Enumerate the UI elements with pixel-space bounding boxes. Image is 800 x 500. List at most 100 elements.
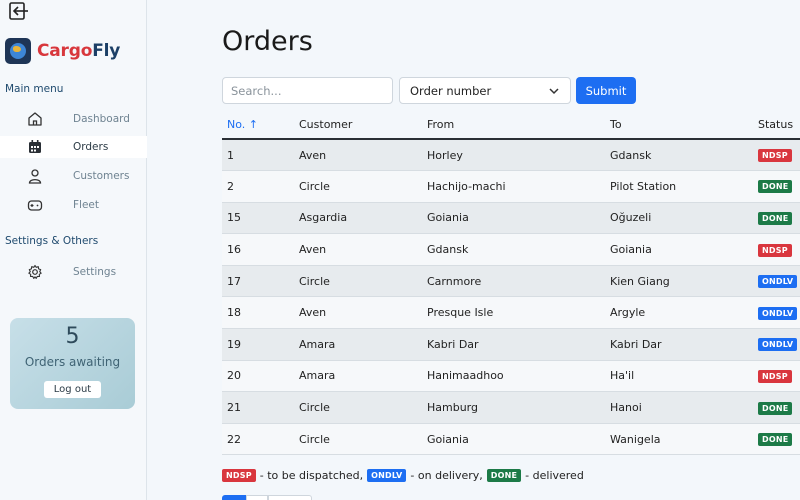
column-header-status[interactable]: Status [753, 110, 800, 140]
cell-to: Oğuzeli [605, 202, 753, 235]
column-header-from[interactable]: From [422, 110, 605, 140]
orders-awaiting-label: Orders awaiting [24, 355, 121, 369]
pagination-page-2[interactable] [246, 495, 268, 500]
cell-status: DONE [753, 170, 800, 203]
cell-to: Pilot Station [605, 170, 753, 203]
legend-ndsp-badge: NDSP [222, 469, 256, 482]
logout-button[interactable]: Log out [44, 381, 101, 398]
status-badge: DONE [758, 433, 793, 447]
cell-no: 2 [222, 170, 294, 203]
settings-section-heading: Settings & Others [5, 235, 99, 247]
sort-by-select[interactable]: Order number [399, 77, 571, 104]
brand[interactable]: CargoFly [5, 38, 120, 64]
brand-logo-icon [5, 38, 31, 64]
sidebar-item-orders[interactable]: Orders [0, 136, 147, 158]
cell-no: 22 [222, 423, 294, 456]
cell-to: Kien Giang [605, 265, 753, 298]
status-badge: ONDLV [758, 306, 798, 320]
cell-no: 18 [222, 296, 294, 330]
cell-from: Hachijo-machi [422, 170, 605, 203]
pagination-next[interactable] [268, 495, 312, 500]
table-row[interactable]: 2 Circle Hachijo-machi Pilot Station DONE [222, 170, 800, 203]
user-icon [28, 169, 42, 184]
brand-name-part2: Fly [92, 41, 121, 61]
status-legend: NDSP - to be dispatched, ONDLV - on deli… [222, 468, 588, 483]
legend-ondlv-text: - on delivery, [410, 469, 483, 482]
status-badge: NDSP [758, 369, 792, 383]
cell-customer: Circle [294, 265, 422, 298]
brand-name: CargoFly [37, 41, 120, 61]
table-row[interactable]: 15 Asgardia Goiania Oğuzeli DONE [222, 202, 800, 235]
status-badge: NDSP [758, 243, 792, 257]
sidebar-item-label: Customers [73, 170, 130, 182]
table-row[interactable]: 22 Circle Goiania Wanigela DONE [222, 423, 800, 456]
cell-to: Argyle [605, 296, 753, 330]
calendar-icon [29, 140, 41, 153]
column-header-customer[interactable]: Customer [294, 110, 422, 140]
cell-to: Gdansk [605, 139, 753, 172]
search-input[interactable] [222, 77, 393, 104]
cell-no: 15 [222, 202, 294, 235]
cell-from: Goiania [422, 202, 605, 235]
orders-table: No. ↑ Customer From To Status 1 Aven Horle… [222, 110, 800, 456]
column-header-to[interactable]: To [605, 110, 753, 140]
cell-status: NDSP [753, 139, 800, 172]
table-row[interactable]: 20 Amara Hanimaadhoo Ha'il NDSP [222, 360, 800, 393]
cell-no: 1 [222, 139, 294, 172]
cell-status: NDSP [753, 233, 800, 266]
cell-from: Gdansk [422, 233, 605, 266]
status-badge: DONE [758, 180, 793, 194]
cell-customer: Amara [294, 360, 422, 393]
submit-button[interactable]: Submit [576, 77, 636, 104]
cell-from: Goiania [422, 423, 605, 456]
table-row[interactable]: 16 Aven Gdansk Goiania NDSP [222, 233, 800, 266]
table-row[interactable]: 21 Circle Hamburg Hanoi DONE [222, 391, 800, 424]
table-row[interactable]: 19 Amara Kabri Dar Kabri Dar ONDLV [222, 328, 800, 361]
sidebar-item-settings[interactable]: Settings [0, 261, 147, 283]
sidebar-item-dashboard[interactable]: Dashboard [0, 108, 147, 130]
cell-status: DONE [753, 423, 800, 456]
sidebar-item-label: Fleet [73, 199, 99, 211]
cell-status: ONDLV [753, 328, 800, 361]
column-header-no[interactable]: No. ↑ [222, 110, 294, 140]
legend-done-badge: DONE [486, 469, 522, 482]
cell-customer: Circle [294, 391, 422, 424]
page-title: Orders [222, 26, 313, 57]
cell-status: ONDLV [753, 296, 800, 330]
cell-status: DONE [753, 391, 800, 424]
sidebar: CargoFly Main menu Dashboard Orders Cust… [0, 0, 147, 500]
cell-no: 21 [222, 391, 294, 424]
table-row[interactable]: 1 Aven Horley Gdansk NDSP [222, 139, 800, 172]
table-header-row: No. ↑ Customer From To Status [222, 110, 800, 140]
cell-status: DONE [753, 202, 800, 235]
orders-awaiting-card: 5 Orders awaiting Log out [10, 318, 135, 409]
cell-customer: Aven [294, 139, 422, 172]
cell-no: 16 [222, 233, 294, 266]
cell-no: 17 [222, 265, 294, 298]
main-menu-heading: Main menu [5, 83, 64, 95]
cell-customer: Aven [294, 296, 422, 330]
cell-no: 19 [222, 328, 294, 361]
cell-from: Horley [422, 139, 605, 172]
sidebar-item-label: Orders [73, 141, 109, 153]
sidebar-item-customers[interactable]: Customers [0, 165, 147, 187]
sidebar-item-label: Settings [73, 266, 117, 278]
chevron-down-icon [549, 88, 559, 95]
collapse-sidebar-icon[interactable] [9, 2, 29, 20]
pagination-page-1[interactable] [222, 495, 246, 500]
sidebar-item-fleet[interactable]: Fleet [0, 194, 147, 216]
cell-no: 20 [222, 360, 294, 393]
status-badge: ONDLV [758, 338, 798, 352]
home-icon [28, 112, 42, 126]
cell-customer: Asgardia [294, 202, 422, 235]
legend-ondlv-badge: ONDLV [367, 469, 407, 482]
cell-status: NDSP [753, 360, 800, 393]
table-row[interactable]: 17 Circle Carnmore Kien Giang ONDLV [222, 265, 800, 298]
cell-to: Goiania [605, 233, 753, 266]
pagination [222, 495, 312, 500]
table-row[interactable]: 18 Aven Presque Isle Argyle ONDLV [222, 296, 800, 330]
cell-to: Ha'il [605, 360, 753, 393]
gamepad-icon [27, 200, 43, 211]
sidebar-item-label: Dashboard [73, 113, 130, 125]
cell-customer: Amara [294, 328, 422, 361]
